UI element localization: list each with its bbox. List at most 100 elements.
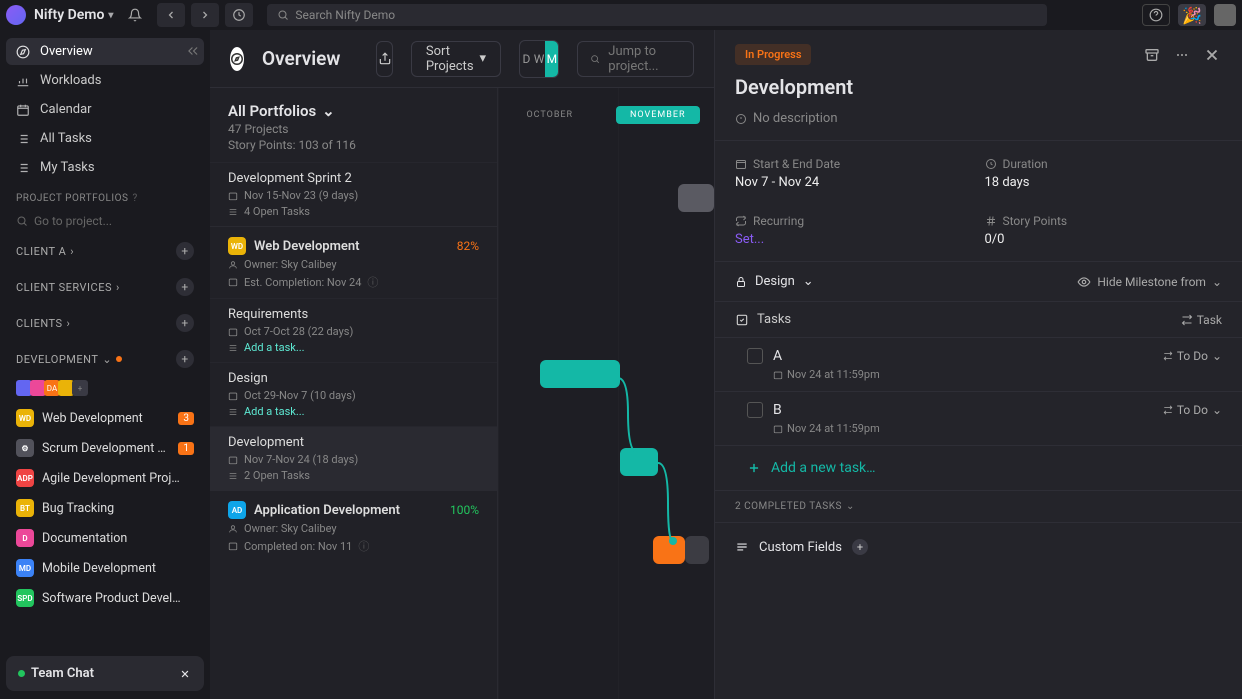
add-task-link[interactable]: Add a task... (244, 341, 305, 354)
forward-button[interactable] (191, 3, 219, 27)
nav-workloads[interactable]: Workloads (6, 67, 204, 94)
folder-client-services[interactable]: CLIENT SERVICES› + (6, 270, 204, 304)
user-avatar[interactable] (1214, 4, 1236, 26)
task-button-label: Task (1197, 313, 1222, 327)
add-task-link[interactable]: Add a task... (244, 405, 305, 418)
gantt-timeline[interactable]: OCTOBER NOVEMBER (498, 88, 714, 699)
field-start-end[interactable]: Start & End Date Nov 7 - Nov 24 (735, 145, 973, 190)
sidebar-project-bug-tracking[interactable]: BT Bug Tracking (6, 494, 204, 522)
milestone-title[interactable]: Development (715, 75, 1242, 111)
chevron-down-icon: ⌄ (1212, 403, 1222, 417)
global-search[interactable]: Search Nifty Demo (267, 4, 1047, 26)
tasks-label: Tasks (757, 312, 791, 327)
share-button[interactable] (376, 41, 392, 77)
info-icon[interactable]: ⓘ (358, 538, 369, 554)
month-label[interactable]: OCTOBER (512, 106, 587, 124)
task-checkbox[interactable] (747, 348, 763, 364)
milestone-row-requirements[interactable]: Requirements Oct 7-Oct 28 (22 days) Add … (210, 298, 497, 362)
folder-development[interactable]: DEVELOPMENT⌄ + (6, 342, 204, 376)
milestone-row-design[interactable]: Design Oct 29-Nov 7 (10 days) Add a task… (210, 362, 497, 426)
add-custom-field-button[interactable]: + (852, 539, 868, 555)
nav-all-tasks[interactable]: All Tasks (6, 125, 204, 152)
folder-clients[interactable]: CLIENTS› + (6, 306, 204, 340)
text-icon (735, 113, 747, 125)
more-icon[interactable] (1172, 45, 1192, 65)
panel-header: In Progress (715, 30, 1242, 75)
info-icon[interactable]: ⓘ (367, 274, 378, 290)
folder-members[interactable]: DA + (6, 378, 204, 402)
task-status-dropdown[interactable]: To Do ⌄ (1163, 403, 1222, 417)
portfolio-selector[interactable]: All Portfolios ⌄ (228, 102, 479, 120)
task-checkbox[interactable] (747, 402, 763, 418)
view-month[interactable]: M (545, 41, 558, 77)
sidebar-project-scrum[interactable]: ⚙ Scrum Development E… 1 (6, 434, 204, 462)
gantt-bar-requirements[interactable] (540, 360, 620, 388)
sidebar-project-software-product[interactable]: SPD Software Product Devel… (6, 584, 204, 612)
portfolio-section-header: PROJECT PORTFOLIOS ? (6, 183, 204, 208)
add-project-button[interactable]: + (176, 242, 194, 260)
nav-overview[interactable]: Overview (6, 38, 204, 65)
add-member-icon[interactable]: + (72, 380, 88, 396)
add-task-quick-button[interactable]: Task (1181, 313, 1222, 327)
task-row[interactable]: B To Do ⌄ Nov 24 at 11:59pm (715, 391, 1242, 445)
portfolio-header: All Portfolios ⌄ 47 Projects Story Point… (210, 88, 497, 162)
notification-dot-icon (116, 356, 122, 362)
project-name: Agile Development Proj… (42, 471, 194, 486)
nav-calendar[interactable]: Calendar (6, 96, 204, 123)
sidebar-project-agile[interactable]: ADP Agile Development Proj… (6, 464, 204, 492)
field-recurring[interactable]: Recurring Set... (735, 202, 973, 247)
gantt-bar-design[interactable] (620, 448, 658, 476)
folder-label: CLIENTS (16, 317, 63, 330)
view-day[interactable]: D (520, 41, 533, 77)
sort-projects-button[interactable]: Sort Projects ▾ (411, 41, 501, 77)
task-status-dropdown[interactable]: To Do ⌄ (1163, 349, 1222, 363)
team-chat-button[interactable]: Team Chat (6, 656, 204, 691)
view-week[interactable]: W (533, 41, 546, 77)
add-project-button[interactable]: + (176, 278, 194, 296)
nav-label: Calendar (40, 102, 92, 117)
month-label-current[interactable]: NOVEMBER (616, 106, 700, 124)
description-placeholder[interactable]: No description (715, 111, 1242, 140)
row-title: Development (228, 435, 479, 450)
task-row[interactable]: A To Do ⌄ Nov 24 at 11:59pm (715, 337, 1242, 391)
gantt-bar-development[interactable] (653, 536, 685, 564)
add-project-button[interactable]: + (176, 350, 194, 368)
sprint-row[interactable]: Development Sprint 2 Nov 15-Nov 23 (9 da… (210, 162, 497, 226)
sidebar-project-documentation[interactable]: D Documentation (6, 524, 204, 552)
center-body: All Portfolios ⌄ 47 Projects Story Point… (210, 88, 714, 699)
project-row-application-development[interactable]: AD Application Development 100% Owner: S… (210, 490, 497, 562)
help-button[interactable] (1142, 4, 1170, 26)
chevron-down-icon: ⌄ (102, 353, 112, 366)
gantt-bar-development-remaining[interactable] (685, 536, 709, 564)
sidebar-project-web-development[interactable]: WD Web Development 3 (6, 404, 204, 432)
completed-tasks-toggle[interactable]: 2 COMPLETED TASKS ⌄ (715, 490, 1242, 522)
back-button[interactable] (157, 3, 185, 27)
project-row-web-development[interactable]: WD Web Development 82% Owner: Sky Calibe… (210, 226, 497, 298)
visibility-label[interactable]: Design (755, 274, 795, 289)
milestone-row-development[interactable]: Development Nov 7-Nov 24 (18 days) 2 Ope… (210, 426, 497, 490)
history-icon[interactable] (225, 3, 253, 27)
folder-client-a[interactable]: CLIENT A› + (6, 234, 204, 268)
archive-icon[interactable] (1142, 45, 1162, 65)
user-icon (228, 260, 238, 270)
add-new-task-button[interactable]: Add a new task… (715, 445, 1242, 490)
nav-my-tasks[interactable]: My Tasks (6, 154, 204, 181)
jump-to-project[interactable]: Jump to project... (577, 41, 694, 77)
project-search[interactable]: Go to project... (6, 210, 204, 232)
field-duration[interactable]: Duration 18 days (985, 145, 1223, 190)
field-value[interactable]: Set... (735, 232, 973, 247)
workspace-switcher[interactable]: Nifty Demo ▾ (34, 7, 113, 23)
gantt-bar-sprint[interactable] (678, 184, 714, 212)
close-icon[interactable] (1202, 45, 1222, 65)
hide-milestone-dropdown[interactable]: Hide Milestone from ⌄ (1077, 275, 1222, 289)
notifications-icon[interactable] (121, 3, 149, 27)
status-badge[interactable]: In Progress (735, 44, 811, 65)
sidebar-project-mobile[interactable]: MD Mobile Development (6, 554, 204, 582)
collapse-sidebar-icon[interactable] (186, 44, 200, 58)
field-story-points[interactable]: Story Points 0/0 (985, 202, 1223, 247)
party-button[interactable]: 🎉 (1178, 4, 1206, 26)
help-icon[interactable]: ? (132, 193, 137, 204)
add-project-button[interactable]: + (176, 314, 194, 332)
custom-fields-section: Custom Fields + (715, 522, 1242, 571)
list-icon (228, 407, 238, 417)
